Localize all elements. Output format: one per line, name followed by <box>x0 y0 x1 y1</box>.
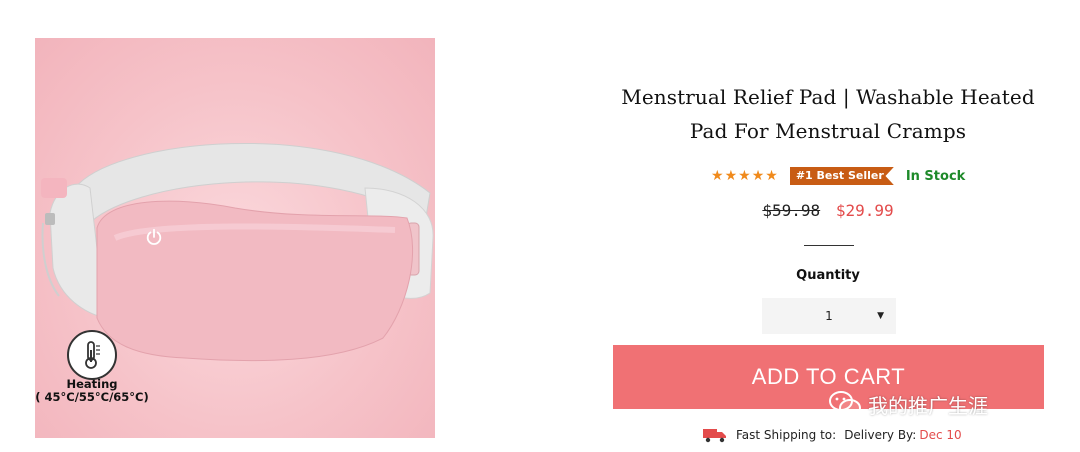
best-seller-badge: #1 Best Seller <box>789 167 894 185</box>
delivery-date: Dec 10 <box>919 428 962 442</box>
star-icon: ★ <box>738 168 751 184</box>
fast-shipping-label: Fast Shipping to: <box>736 428 837 442</box>
delivery-truck-icon <box>703 429 726 443</box>
product-info: Menstrual Relief Pad | Washable Heated P… <box>600 80 1056 148</box>
stock-status: In Stock <box>905 168 966 184</box>
quantity-select[interactable]: 1 ▼ <box>762 298 896 334</box>
sale-price: $29.99 <box>835 201 894 220</box>
star-icon: ★ <box>751 168 765 184</box>
product-meta-row: ★ ★ ★ ★ ★ #1 Best Seller In Stock <box>711 166 965 186</box>
power-icon <box>146 228 162 245</box>
thermometer-icon <box>85 341 100 369</box>
quantity-value: 1 <box>825 309 833 323</box>
star-icon: ★ <box>765 168 778 184</box>
product-image[interactable]: Heating ( 45°C/55°C/65°C) <box>35 38 435 438</box>
thermometer-badge <box>67 330 117 380</box>
star-icon: ★ <box>711 168 724 184</box>
price-block: $59.98 $29.99 <box>600 201 1056 220</box>
heating-temps: ( 45°C/55°C/65°C) <box>35 390 149 404</box>
product-title: Menstrual Relief Pad | Washable Heated P… <box>600 80 1056 148</box>
star-icon: ★ <box>724 168 738 184</box>
wechat-icon <box>829 391 861 417</box>
chevron-down-icon: ▼ <box>877 311 884 321</box>
delivery-label: Delivery By: <box>844 428 917 442</box>
product-title-line2: Pad For Menstrual Cramps <box>689 119 967 143</box>
heating-caption: Heating ( 45°C/55°C/65°C) <box>35 378 149 404</box>
shipping-info: Fast Shipping to: Delivery By: Dec 10 <box>702 426 962 444</box>
original-price: $59.98 <box>762 201 821 220</box>
product-title-line1: Menstrual Relief Pad | Washable Heated <box>621 85 1035 109</box>
watermark: 我的推广生涯 <box>828 386 988 422</box>
quantity-label: Quantity <box>796 268 860 283</box>
divider <box>804 245 854 246</box>
watermark-text: 我的推广生涯 <box>868 393 988 418</box>
rating-stars[interactable]: ★ ★ ★ ★ ★ <box>711 169 778 183</box>
